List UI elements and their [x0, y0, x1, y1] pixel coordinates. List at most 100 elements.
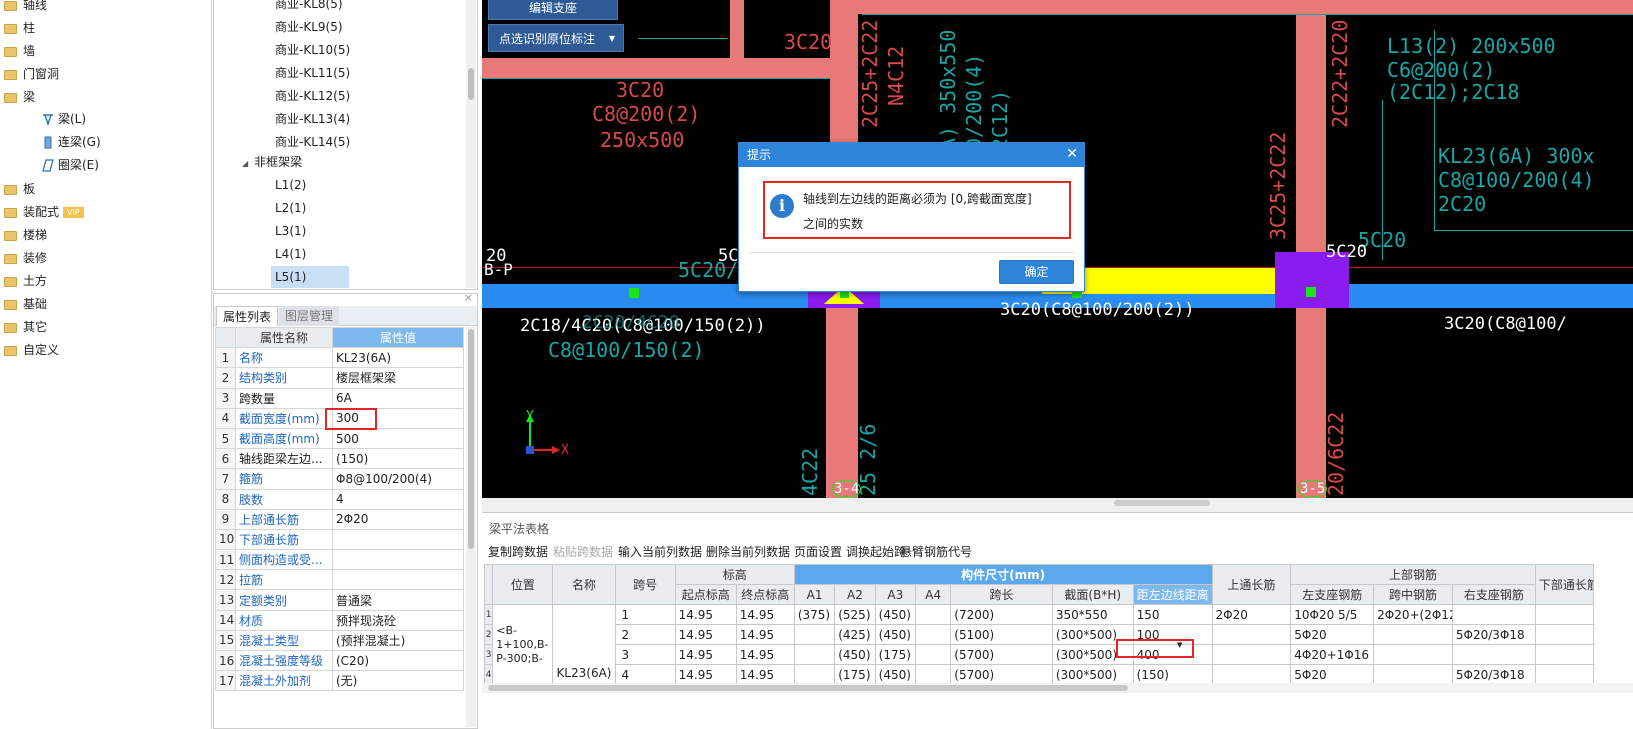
tree-item[interactable]: L3(1)	[271, 220, 310, 242]
beam-horizontal-upper-left[interactable]	[482, 58, 830, 78]
cell-a4[interactable]	[915, 664, 952, 685]
cell-mid[interactable]	[1373, 624, 1453, 645]
cell-a1[interactable]: (375)	[793, 604, 836, 625]
cell-a1[interactable]	[793, 664, 836, 685]
edit-support-button[interactable]: 编辑支座	[488, 0, 618, 20]
cell-len[interactable]: (5700)	[950, 644, 1053, 665]
tree-item[interactable]: 商业-KL12(5)	[275, 85, 350, 107]
cell-left[interactable]: 5Φ20	[1290, 624, 1375, 645]
nav-item[interactable]: 柱	[0, 17, 35, 39]
tree-item[interactable]: 商业-KL14(5)	[275, 131, 350, 153]
nav-item[interactable]: 装配式 VIP	[0, 201, 84, 223]
cell-a4[interactable]	[915, 604, 952, 625]
cell-mid[interactable]	[1373, 644, 1453, 665]
tab-property-list[interactable]: 属性列表	[216, 306, 279, 326]
property-value[interactable]: 楼层框架梁	[332, 367, 464, 389]
cell-a2[interactable]: (425)	[834, 624, 876, 645]
nav-sub-coupling-beam[interactable]: 连梁(G)	[40, 131, 105, 153]
nav-item[interactable]: 自定义	[0, 339, 59, 361]
tree-scrollbar-thumb[interactable]	[468, 68, 474, 100]
property-row[interactable]: 9 上部通长筋 2Φ20	[215, 508, 464, 530]
cell-left[interactable]: 4Φ20+1Φ16	[1290, 644, 1375, 665]
property-value[interactable]: (150)	[332, 448, 464, 470]
cell-e[interactable]: 14.95	[735, 624, 795, 645]
props-scrollbar[interactable]	[466, 327, 476, 727]
property-row[interactable]: 5 截面高度(mm) 500	[215, 427, 464, 450]
tree-item[interactable]: L4(1)	[271, 243, 310, 265]
property-row[interactable]: 17 混凝土外加剂 (无)	[215, 670, 464, 692]
pick-original-annotation-button[interactable]: 点选识别原位标注 ▼	[488, 24, 624, 52]
nav-item[interactable]: 门窗洞	[0, 63, 59, 85]
cell-len[interactable]: (5700)	[950, 664, 1053, 685]
toolbar-button[interactable]: 输入当前列数据	[618, 543, 702, 560]
table-row[interactable]: 4 4 14.95 14.95 (175) (450) (5700) (300*500) (15…	[483, 664, 1595, 685]
property-value[interactable]	[332, 528, 464, 551]
beam-vertical-c[interactable]	[1296, 0, 1326, 498]
cell-mid[interactable]: 2Φ20+(2Φ12	[1373, 604, 1453, 625]
cell-s[interactable]: 14.95	[674, 624, 737, 645]
cell-s[interactable]: 14.95	[674, 644, 737, 665]
cell-right[interactable]	[1451, 604, 1536, 625]
cell-e[interactable]: 14.95	[735, 604, 795, 625]
cell-sec[interactable]: 350*550	[1051, 604, 1134, 625]
cell-len[interactable]: (5100)	[950, 624, 1053, 645]
cell-a2[interactable]: (175)	[834, 664, 876, 685]
tree-item[interactable]: 商业-KL10(5)	[275, 39, 350, 61]
close-icon[interactable]: ✕	[1066, 146, 1078, 162]
ok-button[interactable]: 确定	[999, 260, 1074, 284]
tree-item[interactable]: 商业-KL9(5)	[275, 16, 343, 38]
property-row[interactable]: 12 拉筋	[215, 569, 464, 591]
cell-position[interactable]: <B-1+100,B-P-300;B-	[492, 604, 554, 685]
cell-s[interactable]: 14.95	[674, 664, 737, 685]
cell-a3[interactable]: (450)	[874, 664, 917, 685]
nav-item[interactable]: 土方	[0, 270, 47, 292]
nav-item[interactable]: 轴线	[0, 0, 47, 16]
cell-right[interactable]	[1451, 644, 1536, 665]
property-value[interactable]: 6A	[332, 387, 464, 409]
cell-lower[interactable]	[1534, 604, 1595, 625]
nav-sub-beam[interactable]: 梁(L)	[40, 108, 90, 130]
cell-e[interactable]: 14.95	[735, 664, 795, 685]
beam-horizontal-top[interactable]	[858, 0, 1633, 14]
table-row[interactable]: 3 3 14.95 14.95 (450) (175) (5700) (300*500) 400…	[483, 644, 1595, 665]
property-row[interactable]: 2 结构类别 楼层框架梁	[215, 367, 464, 389]
property-value[interactable]: 普通梁	[332, 589, 464, 611]
property-value[interactable]: Φ8@100/200(4)	[332, 468, 464, 490]
cell-top[interactable]	[1211, 664, 1292, 685]
beam-vertical-a[interactable]	[730, 0, 744, 58]
cell-span[interactable]: 2	[614, 624, 676, 645]
cell-right[interactable]: 5Φ20/3Φ18	[1451, 664, 1536, 685]
nav-item[interactable]: 其它	[0, 316, 47, 338]
property-row[interactable]: 6 轴线距梁左边... (150)	[215, 448, 464, 470]
property-row[interactable]: 8 肢数 4	[215, 488, 464, 510]
property-row[interactable]: 10 下部通长筋	[215, 528, 464, 551]
nav-item[interactable]: 装修	[0, 247, 47, 269]
cell-lower[interactable]	[1534, 624, 1595, 645]
cell-a4[interactable]	[915, 644, 952, 665]
property-value[interactable]: 500	[332, 427, 464, 450]
property-row[interactable]: 13 定额类别 普通梁	[215, 589, 464, 611]
cell-right[interactable]: 5Φ20/3Φ18	[1451, 624, 1536, 645]
nav-sub-ring-beam[interactable]: 圈梁(E)	[40, 154, 103, 176]
property-row[interactable]: 11 侧面构造或受...	[215, 549, 464, 571]
toolbar-button[interactable]: 页面设置	[794, 543, 842, 560]
tree-item[interactable]: 商业-KL11(5)	[275, 62, 350, 84]
splitter-handle[interactable]	[1114, 500, 1210, 506]
beam-vertical-b-lower[interactable]	[826, 300, 850, 498]
cell-sec[interactable]: (300*500)	[1051, 664, 1134, 685]
cell-a1[interactable]	[793, 644, 836, 665]
property-row[interactable]: 3 跨数量 6A	[215, 387, 464, 409]
dropdown-arrow-icon[interactable]: ▼	[609, 25, 615, 53]
cell-top[interactable]: 2Φ20	[1211, 604, 1292, 625]
nav-item[interactable]: 基础	[0, 293, 47, 315]
collapse-arrow-icon[interactable]: ◢	[242, 159, 248, 168]
cell-a1[interactable]	[793, 624, 836, 645]
property-value[interactable]: (预拌混凝土)	[332, 629, 464, 652]
cell-a2[interactable]: (450)	[834, 644, 876, 665]
cell-top[interactable]	[1211, 644, 1292, 665]
cell-left[interactable]: 10Φ20 5/5	[1290, 604, 1375, 625]
nav-item[interactable]: 梁	[0, 86, 35, 108]
property-row[interactable]: 14 材质 预拌现浇砼	[215, 609, 464, 631]
tree-item[interactable]: 商业-KL13(4)	[275, 108, 350, 130]
tree-group-non-frame-beam[interactable]: ◢ 非框架梁	[242, 151, 302, 173]
